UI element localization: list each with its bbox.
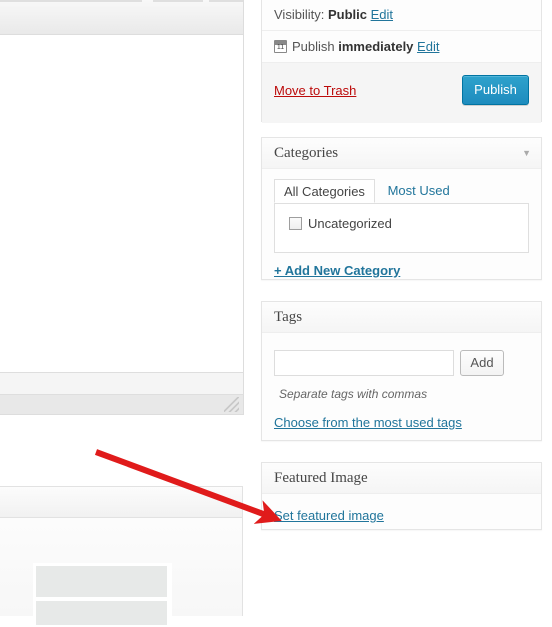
visibility-edit-link[interactable]: Edit: [371, 7, 393, 22]
add-tag-button[interactable]: Add: [460, 350, 504, 376]
lower-metabox-body: [0, 518, 242, 627]
tags-header[interactable]: Tags: [262, 302, 541, 333]
tag-input[interactable]: [274, 350, 454, 376]
featured-image-metabox: Featured Image Set featured image: [261, 462, 542, 530]
calendar-icon: 11: [274, 40, 287, 53]
editor-status-bar: [0, 372, 244, 395]
toolbar-divider-segment-3: [209, 0, 243, 2]
placeholder-block-2: [36, 601, 167, 625]
categories-metabox: Categories ▼ All Categories Most Used Un…: [261, 137, 542, 280]
resize-handle-icon[interactable]: [224, 397, 239, 412]
editor-content-area[interactable]: [0, 35, 244, 372]
tab-most-used[interactable]: Most Used: [379, 179, 459, 203]
lower-metabox-header[interactable]: [0, 487, 242, 518]
visibility-value: Public: [327, 7, 367, 22]
schedule-edit-link[interactable]: Edit: [417, 39, 439, 54]
categories-checklist: Uncategorized: [274, 204, 529, 253]
publish-button[interactable]: Publish: [462, 75, 529, 105]
schedule-label: Publish: [292, 39, 335, 54]
toolbar-divider-segment-1: [0, 0, 142, 2]
category-label: Uncategorized: [308, 216, 392, 231]
publish-metabox: Visibility: Public Edit 11 Publish immed…: [261, 0, 542, 123]
visibility-label: Visibility:: [274, 7, 325, 22]
publish-actions-row: Move to Trash Publish: [262, 63, 541, 123]
categories-title: Categories: [274, 145, 339, 161]
category-item-uncategorized[interactable]: Uncategorized: [289, 216, 392, 231]
editor-column: [0, 0, 244, 627]
tab-all-categories[interactable]: All Categories: [274, 179, 375, 203]
calendar-day-number: 11: [276, 44, 285, 51]
move-to-trash-link[interactable]: Move to Trash: [274, 83, 356, 98]
tag-hint-text: Separate tags with commas: [279, 387, 428, 401]
category-checkbox[interactable]: [289, 217, 302, 230]
featured-image-title: Featured Image: [274, 470, 368, 486]
featured-image-header[interactable]: Featured Image: [262, 463, 541, 494]
choose-most-used-tags-link[interactable]: Choose from the most used tags: [274, 415, 462, 430]
chevron-down-icon[interactable]: ▼: [522, 138, 531, 168]
schedule-value: immediately: [338, 39, 414, 54]
categories-header[interactable]: Categories ▼: [262, 138, 541, 169]
add-new-category-link[interactable]: + Add New Category: [274, 263, 400, 278]
lower-metabox-panel: [0, 486, 243, 627]
editor-toolbar[interactable]: [0, 0, 244, 35]
tags-metabox: Tags Add Separate tags with commas Choos…: [261, 301, 542, 441]
categories-tabs: All Categories Most Used: [274, 178, 529, 204]
schedule-row: 11 Publish immediately Edit: [262, 31, 541, 63]
visibility-row: Visibility: Public Edit: [262, 0, 541, 31]
editor-resize-bar[interactable]: [0, 394, 244, 415]
tags-title: Tags: [274, 309, 303, 325]
set-featured-image-link[interactable]: Set featured image: [274, 508, 384, 523]
toolbar-divider-segment-2: [153, 0, 203, 2]
placeholder-block-1: [36, 566, 167, 597]
